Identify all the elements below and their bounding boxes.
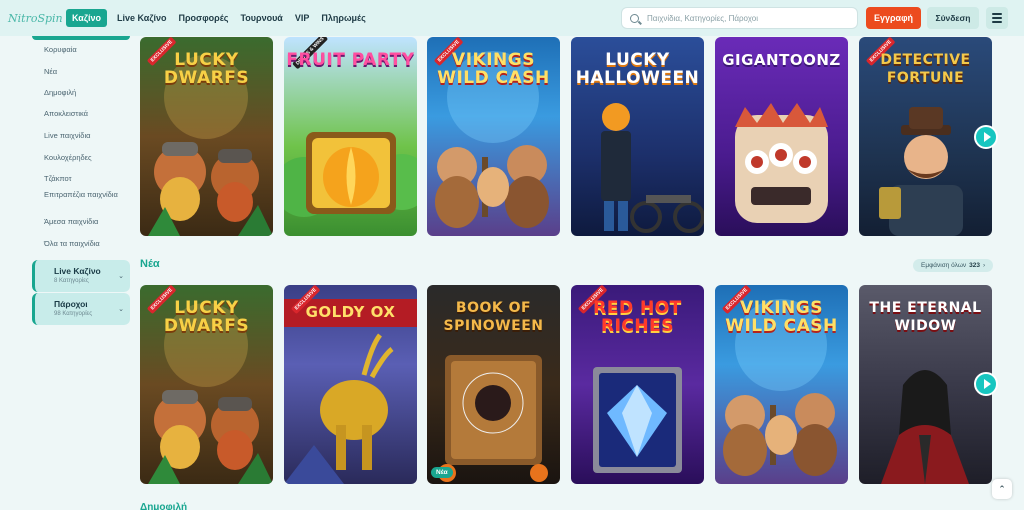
game-tile-red-hot-riches[interactable]: EXCLUSIVE RED HOT RICHES: [571, 285, 704, 484]
hamburger-menu-icon[interactable]: [986, 7, 1008, 29]
chevron-up-icon: ⌃: [998, 483, 1006, 494]
game-tile-lucky-dwarfs[interactable]: EXCLUSIVE LUCKY DWARFS: [140, 285, 273, 484]
game-tile-fruit-party[interactable]: DROPS & WINS FRUIT PARTY: [284, 37, 417, 236]
sidebar-card-providers[interactable]: Πάροχοι 98 Κατηγορίες ⌄: [32, 293, 130, 325]
nav-vip[interactable]: VIP: [293, 10, 312, 26]
game-title: RED HOT RICHES: [593, 298, 682, 336]
scroll-to-top-button[interactable]: ⌃: [992, 479, 1012, 499]
register-button[interactable]: Εγγραφή: [866, 7, 921, 29]
sidebar-item-slots[interactable]: Κουλοχέρηδες: [44, 153, 128, 163]
nav-casino[interactable]: Καζίνο: [66, 9, 107, 27]
nav-payments[interactable]: Πληρωμές: [319, 10, 367, 26]
sidebar-item-jackpot[interactable]: Τζάκποτ: [44, 174, 128, 184]
nav-promotions[interactable]: Προσφορές: [176, 10, 230, 26]
search-input[interactable]: Παιχνίδια, Κατηγορίες, Πάροχοι: [621, 7, 858, 29]
game-tile-gigantoonz[interactable]: GIGANTOONZ: [715, 37, 848, 236]
chevron-right-icon: ›: [983, 262, 986, 269]
game-title: VIKINGS WILD CASH: [437, 50, 550, 88]
section-title-new: Νέα: [140, 258, 160, 270]
search-icon: [630, 13, 639, 23]
nav-tournaments[interactable]: Τουρνουά: [238, 10, 284, 26]
game-title: THE ETERNAL WIDOW: [869, 300, 982, 334]
main-nav: Καζίνο Live Καζίνο Προσφορές Τουρνουά VI…: [66, 9, 368, 27]
carousel-next-button[interactable]: [974, 125, 998, 149]
game-title: LUCKY DWARFS: [163, 50, 250, 88]
game-tile-vikings-wild-cash[interactable]: EXCLUSIVE VIKINGS WILD CASH: [427, 37, 560, 236]
game-tile-goldy-ox[interactable]: EXCLUSIVE GOLDY OX: [284, 285, 417, 484]
nav-live-casino[interactable]: Live Καζίνο: [115, 10, 168, 26]
card-title: Live Καζίνο: [54, 266, 101, 276]
sidebar-item-all-games[interactable]: Όλα τα παιχνίδια: [44, 239, 128, 249]
view-all-count: 323: [969, 262, 981, 269]
game-title: GIGANTOONZ: [722, 51, 841, 69]
carousel-next-button[interactable]: [974, 372, 998, 396]
view-all-label: Εμφάνιση όλων: [921, 262, 967, 269]
view-all-button[interactable]: Εμφάνιση όλων 323 ›: [913, 259, 994, 272]
game-title: LUCKY HALLOWEEN: [575, 50, 700, 88]
site-logo[interactable]: NitroSpin: [8, 12, 63, 25]
game-tile-lucky-halloween[interactable]: LUCKY HALLOWEEN: [571, 37, 704, 236]
game-tile-lucky-dwarfs[interactable]: EXCLUSIVE LUCKY DWARFS: [140, 37, 273, 236]
game-tile-book-of-spinoween[interactable]: BOOK OF SPINOWEEN Νέα: [427, 285, 560, 484]
card-subtitle: 8 Κατηγορίες: [54, 278, 89, 284]
sidebar-item-exclusive[interactable]: Αποκλειστικά: [44, 109, 128, 119]
game-tile-vikings-wild-cash[interactable]: EXCLUSIVE VIKINGS WILD CASH: [715, 285, 848, 484]
chevron-down-icon: ⌄: [118, 306, 124, 313]
search-placeholder: Παιχνίδια, Κατηγορίες, Πάροχοι: [647, 13, 758, 23]
section-title-popular: Δημοφιλή: [140, 502, 188, 510]
sidebar-item-new[interactable]: Νέα: [44, 67, 128, 77]
sidebar-item-instant-games[interactable]: Άμεσα παιχνίδια: [44, 217, 128, 227]
top-header: NitroSpin Καζίνο Live Καζίνο Προσφορές Τ…: [0, 0, 1024, 36]
game-title: BOOK OF SPINOWEEN: [443, 300, 544, 334]
sidebar-item-popular[interactable]: Δημοφιλή: [44, 88, 128, 98]
chevron-down-icon: ⌄: [118, 273, 124, 280]
game-title: FRUIT PARTY: [286, 50, 415, 70]
game-title: VIKINGS WILD CASH: [725, 298, 838, 336]
sidebar-item-table-games[interactable]: Επιτραπέζια παιχνίδια: [44, 190, 128, 200]
game-tile-detective-fortune[interactable]: EXCLUSIVE DETECTIVE FORTUNE: [859, 37, 992, 236]
game-title: LUCKY DWARFS: [163, 298, 250, 336]
game-tile-the-eternal-widow[interactable]: THE ETERNAL WIDOW: [859, 285, 992, 484]
sidebar-item-top[interactable]: Κορυφαία: [44, 45, 128, 55]
card-title: Πάροχοι: [54, 299, 88, 309]
game-title: GOLDY OX: [305, 303, 396, 321]
sidebar-item-live-games[interactable]: Live παιχνίδια: [44, 131, 128, 141]
game-title: DETECTIVE FORTUNE: [880, 52, 971, 86]
card-subtitle: 98 Κατηγορίες: [54, 311, 93, 317]
sidebar-card-live-casino[interactable]: Live Καζίνο 8 Κατηγορίες ⌄: [32, 260, 130, 292]
new-badge: Νέα: [431, 467, 453, 478]
login-button[interactable]: Σύνδεση: [927, 7, 979, 29]
sidebar-active-tab: [32, 36, 130, 40]
